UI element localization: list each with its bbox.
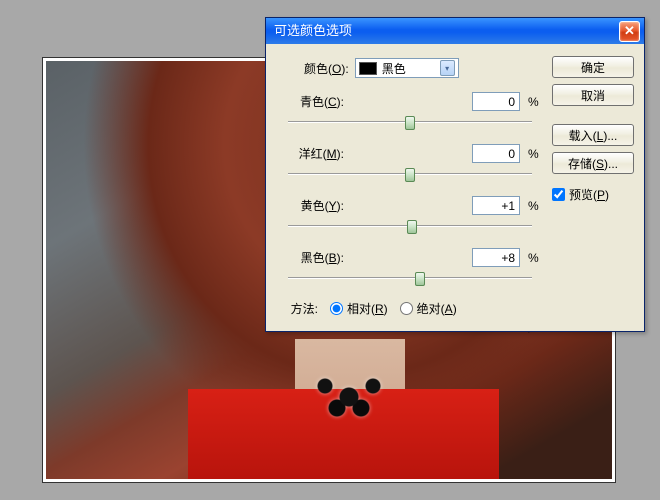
magenta-slider-track[interactable] <box>288 166 532 182</box>
black-slider-track[interactable] <box>288 270 532 286</box>
magenta-input[interactable] <box>472 144 520 163</box>
dialog-titlebar[interactable]: 可选颜色选项 ✕ <box>266 18 644 44</box>
cyan-label: 青色(C): <box>278 93 344 110</box>
black-slider-thumb[interactable] <box>415 272 425 286</box>
relative-radio-input[interactable] <box>330 302 343 315</box>
color-label: 颜色(O): <box>304 60 349 77</box>
method-absolute-radio[interactable]: 绝对(A) <box>400 300 457 317</box>
yellow-slider-group: 黄色(Y): % <box>278 196 542 234</box>
color-value: 黑色 <box>382 60 406 77</box>
yellow-slider-thumb[interactable] <box>407 220 417 234</box>
cyan-slider-thumb[interactable] <box>405 116 415 130</box>
absolute-radio-input[interactable] <box>400 302 413 315</box>
color-dropdown[interactable]: 黑色 ▾ <box>355 58 459 78</box>
cancel-button[interactable]: 取消 <box>552 84 634 106</box>
yellow-input[interactable] <box>472 196 520 215</box>
cyan-input[interactable] <box>472 92 520 111</box>
color-swatch <box>359 62 377 75</box>
save-button[interactable]: 存储(S)... <box>552 152 634 174</box>
magenta-slider-thumb[interactable] <box>405 168 415 182</box>
cyan-slider-track[interactable] <box>288 114 532 130</box>
preview-checkbox-input[interactable] <box>552 188 565 201</box>
percent-label: % <box>528 95 542 109</box>
close-icon: ✕ <box>624 23 635 38</box>
load-button[interactable]: 载入(L)... <box>552 124 634 146</box>
black-label: 黑色(B): <box>278 249 344 266</box>
photo-necklace <box>289 364 409 419</box>
ok-button[interactable]: 确定 <box>552 56 634 78</box>
black-slider-group: 黑色(B): % <box>278 248 542 286</box>
chevron-down-icon: ▾ <box>440 60 455 76</box>
selective-color-dialog: 可选颜色选项 ✕ 颜色(O): 黑色 ▾ 青色(C): % <box>265 17 645 332</box>
black-input[interactable] <box>472 248 520 267</box>
method-label: 方法: <box>278 300 318 317</box>
method-relative-radio[interactable]: 相对(R) <box>330 300 388 317</box>
magenta-label: 洋红(M): <box>278 145 344 162</box>
yellow-label: 黄色(Y): <box>278 197 344 214</box>
close-button[interactable]: ✕ <box>619 21 640 42</box>
preview-checkbox[interactable]: 预览(P) <box>552 186 634 203</box>
yellow-slider-track[interactable] <box>288 218 532 234</box>
magenta-slider-group: 洋红(M): % <box>278 144 542 182</box>
dialog-title: 可选颜色选项 <box>274 18 352 44</box>
cyan-slider-group: 青色(C): % <box>278 92 542 130</box>
